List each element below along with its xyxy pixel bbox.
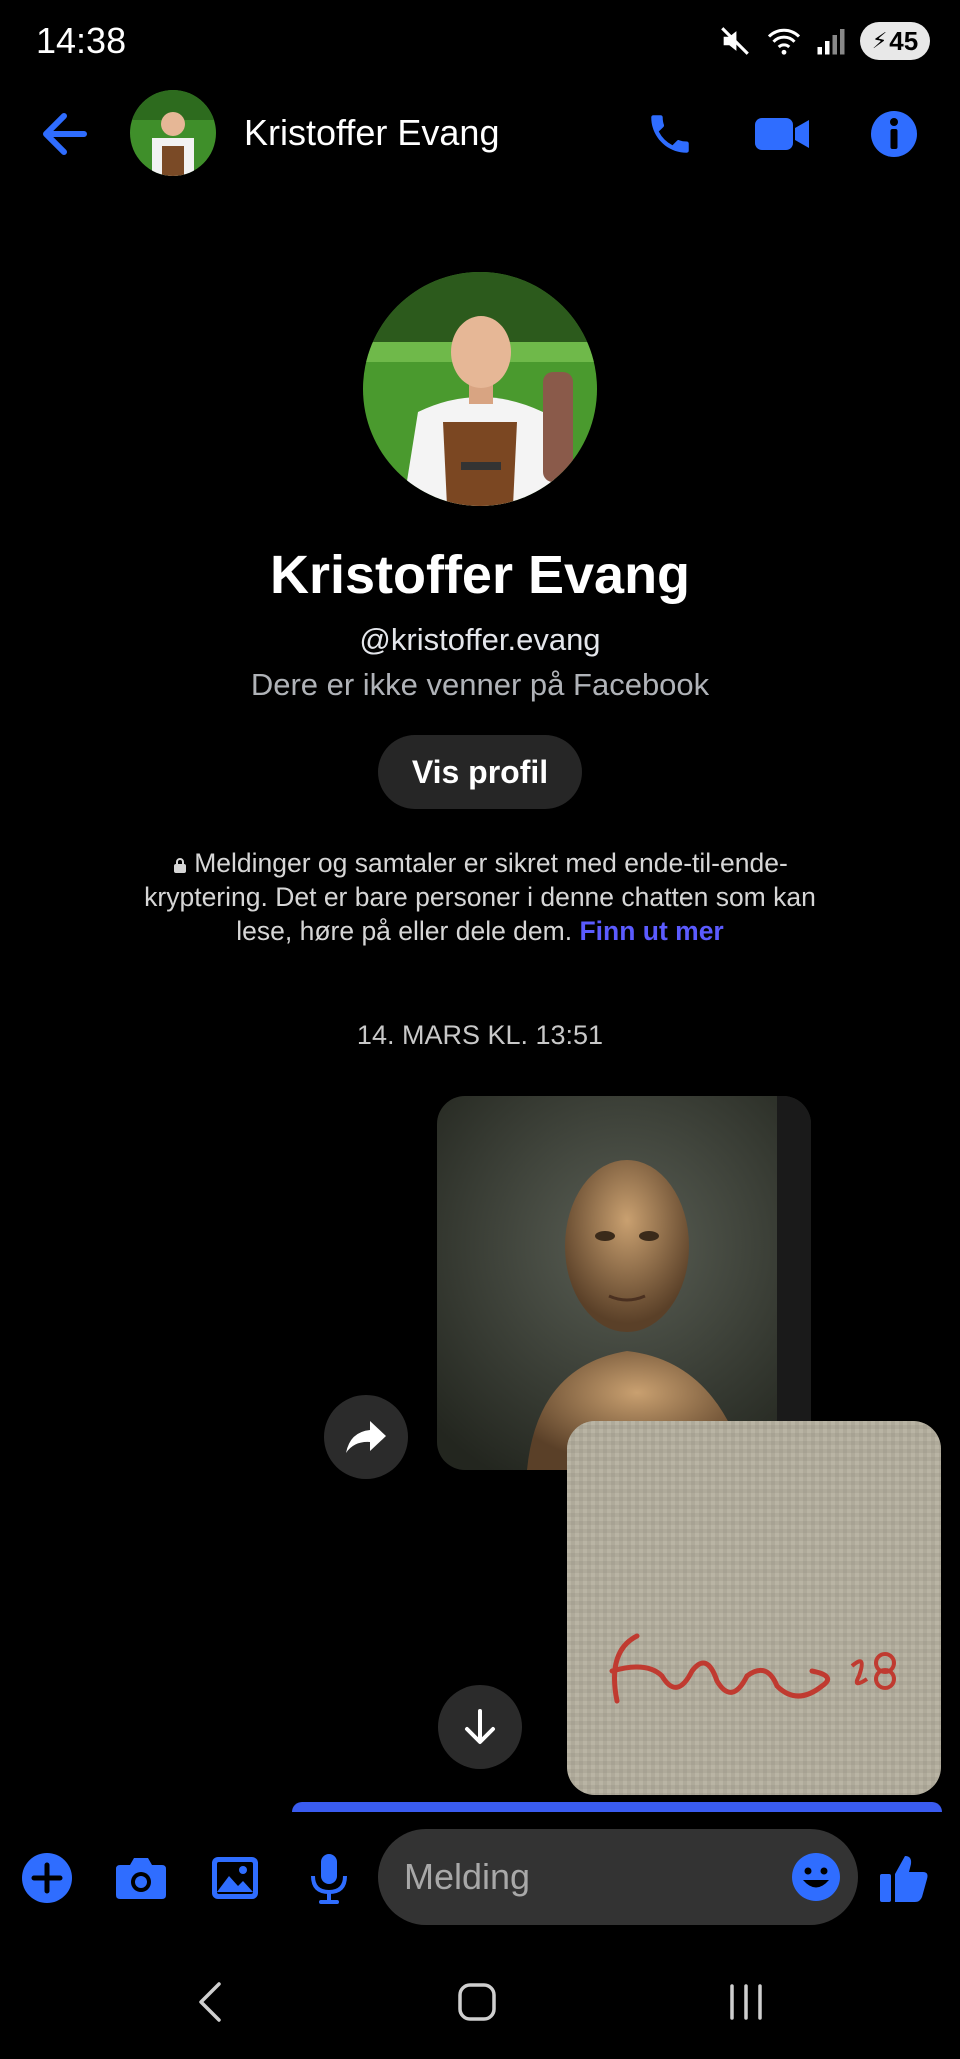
thumbs-up-icon xyxy=(880,1856,928,1902)
info-icon xyxy=(871,111,917,157)
arrow-down-icon xyxy=(465,1709,495,1744)
mute-icon xyxy=(718,24,752,58)
like-button[interactable] xyxy=(874,1848,934,1908)
battery-level: 45 xyxy=(889,25,919,56)
system-recents-button[interactable] xyxy=(706,1972,786,2032)
status-bar: 14:38 ⚡ 45 xyxy=(0,0,960,86)
charging-bolt-icon: ⚡ xyxy=(871,28,888,53)
friend-status: Dere er ikke venner på Facebook xyxy=(250,667,710,702)
profile-avatar[interactable] xyxy=(363,272,597,506)
status-icons: ⚡ 45 xyxy=(718,22,930,60)
back-button[interactable] xyxy=(38,108,94,160)
status-time: 14:38 xyxy=(36,20,127,61)
view-profile-button[interactable]: Vis profil xyxy=(378,735,582,809)
video-icon xyxy=(755,118,809,150)
scroll-to-bottom-button[interactable] xyxy=(438,1685,522,1769)
wifi-6e-icon xyxy=(766,24,802,58)
camera-button[interactable] xyxy=(111,1848,171,1908)
signal-icon xyxy=(816,26,846,56)
profile-handle: @kristoffer.evang xyxy=(359,622,601,657)
image-attachment-portrait[interactable] xyxy=(437,1096,811,1470)
back-arrow-icon xyxy=(43,113,87,155)
home-square-icon xyxy=(458,1983,496,2021)
video-call-button[interactable] xyxy=(752,106,812,162)
lock-icon xyxy=(174,858,187,873)
camera-icon xyxy=(116,1858,166,1899)
gallery-icon xyxy=(212,1857,258,1899)
system-home-button[interactable] xyxy=(437,1972,517,2032)
message-bubble-edge xyxy=(292,1802,942,1812)
contact-name[interactable]: Kristoffer Evang xyxy=(244,112,499,154)
info-button[interactable] xyxy=(864,106,924,162)
learn-more-link[interactable]: Finn ut mer xyxy=(579,916,723,946)
conversation-header: Kristoffer Evang xyxy=(0,86,960,182)
system-navigation-bar xyxy=(0,1942,960,2059)
profile-name: Kristoffer Evang xyxy=(269,545,691,605)
voice-call-button[interactable] xyxy=(640,106,700,162)
emoji-icon xyxy=(792,1853,840,1901)
encryption-notice: Meldinger og samtaler er sikret med ende… xyxy=(130,846,830,948)
phone-icon xyxy=(651,115,689,153)
voice-message-button[interactable] xyxy=(299,1848,359,1908)
forward-button[interactable] xyxy=(324,1395,408,1479)
system-back-button[interactable] xyxy=(170,1972,250,2032)
image-attachment-signature[interactable] xyxy=(567,1421,941,1795)
microphone-icon xyxy=(311,1854,347,1904)
gallery-button[interactable] xyxy=(205,1848,265,1908)
date-separator: 14. MARS KL. 13:51 xyxy=(356,1020,604,1050)
message-composer xyxy=(0,1812,960,1942)
plus-icon xyxy=(22,1853,72,1903)
message-input[interactable] xyxy=(404,1829,784,1925)
message-field[interactable] xyxy=(378,1829,858,1925)
more-actions-button[interactable] xyxy=(17,1848,77,1908)
share-arrow-icon xyxy=(346,1421,386,1453)
emoji-button[interactable] xyxy=(790,1851,842,1903)
header-avatar[interactable] xyxy=(130,90,216,176)
battery-icon: ⚡ 45 xyxy=(860,22,930,60)
chevron-left-icon xyxy=(199,1982,221,2022)
recents-icon xyxy=(730,1984,762,2020)
